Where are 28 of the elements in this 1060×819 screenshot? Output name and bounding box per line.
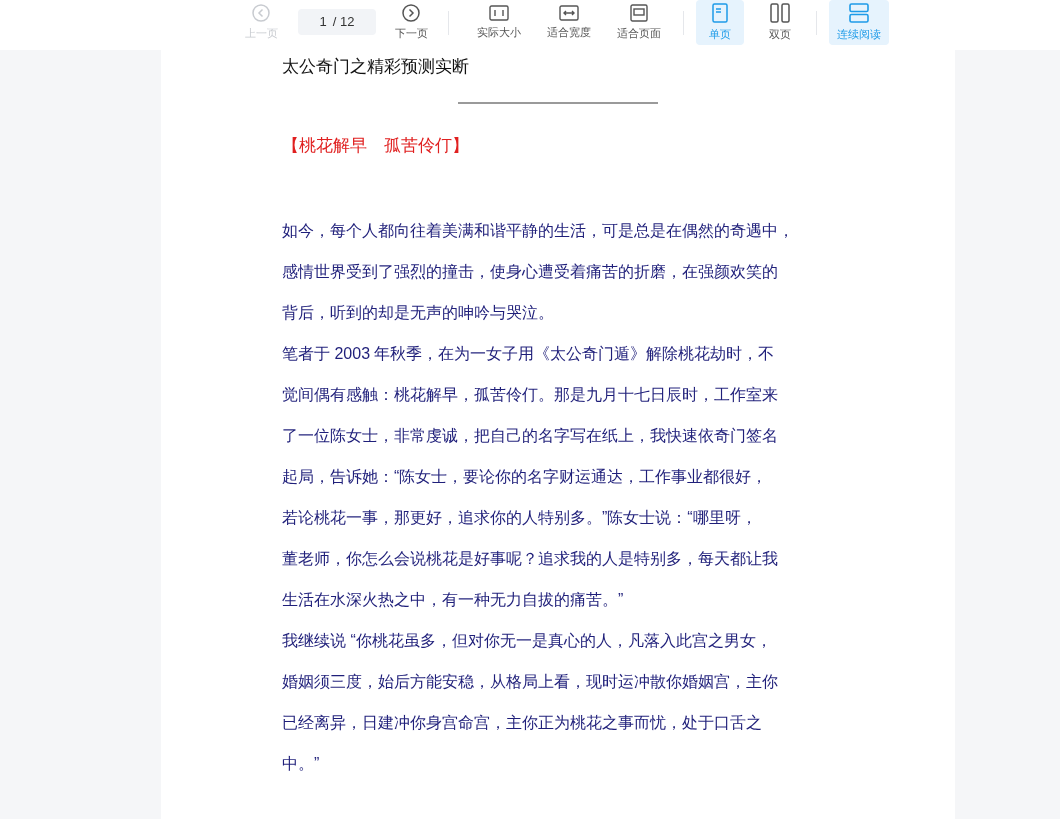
text-line: 生活在水深火热之中，有一种无力自拔的痛苦。” xyxy=(282,590,625,610)
section-heading: 【桃花解早 孤苦伶仃】 xyxy=(282,135,470,157)
fit-page-icon xyxy=(630,3,648,22)
single-page-icon xyxy=(712,2,728,23)
text-line: 背后，听到的却是无声的呻吟与哭泣。 xyxy=(282,303,555,323)
text-line: 起局，告诉她：“陈女士，要论你的名字财运通达，工作事业都很好， xyxy=(282,467,769,487)
view-mode-tab[interactable]: 双页 xyxy=(756,0,804,45)
text-line: 笔者于 2003 年秋季，在为一女子用《太公奇门遁》解除桃花劫时，不 xyxy=(282,344,776,364)
text-line: 中。” xyxy=(282,754,321,774)
document-title: 太公奇门之精彩预测实断 xyxy=(282,56,470,78)
continuous-icon xyxy=(849,2,869,23)
text-line: 了一位陈女士，非常虔诚，把自己的名字写在纸上，我快速依奇门签名 xyxy=(282,426,779,446)
text-line: 已经离异，日建冲你身宫命宫，主你正为桃花之事而忧，处于口舌之 xyxy=(282,713,763,733)
next-page-button[interactable]: 下一页 xyxy=(386,0,436,45)
zoom-button[interactable]: 适合宽度 xyxy=(537,0,601,45)
page-number-field[interactable]: 1 / 12 xyxy=(298,9,376,35)
text-line: 如今，每个人都向往着美满和谐平静的生活，可是总是在偶然的奇遇中， xyxy=(282,221,795,241)
text-line: 我继续说 “你桃花虽多，但对你无一是真心的人，凡落入此宫之男女， xyxy=(282,631,773,651)
text-line: 觉间偶有感触：桃花解早，孤苦伶仃。那是九月十七日辰时，工作室来 xyxy=(282,385,779,405)
text-line: 董老师，你怎么会说桃花是好事呢？追求我的人是特别多，每天都让我 xyxy=(282,549,779,569)
zoom-button[interactable]: 适合页面 xyxy=(607,0,671,45)
actual-size-icon xyxy=(489,4,509,21)
zoom-button[interactable]: 实际大小 xyxy=(467,0,531,45)
text-line: 感情世界受到了强烈的撞击，使身心遭受着痛苦的折磨，在强颜欢笑的 xyxy=(282,262,779,282)
text-line: 若论桃花一事，那更好，追求你的人特别多。”陈女士说：“哪里呀， xyxy=(282,508,758,528)
double-page-icon xyxy=(770,2,790,23)
fit-width-icon xyxy=(559,4,579,21)
text-line: 婚姻须三度，始后方能安稳，从格局上看，现时运冲散你婚姻宫，主你 xyxy=(282,672,779,692)
